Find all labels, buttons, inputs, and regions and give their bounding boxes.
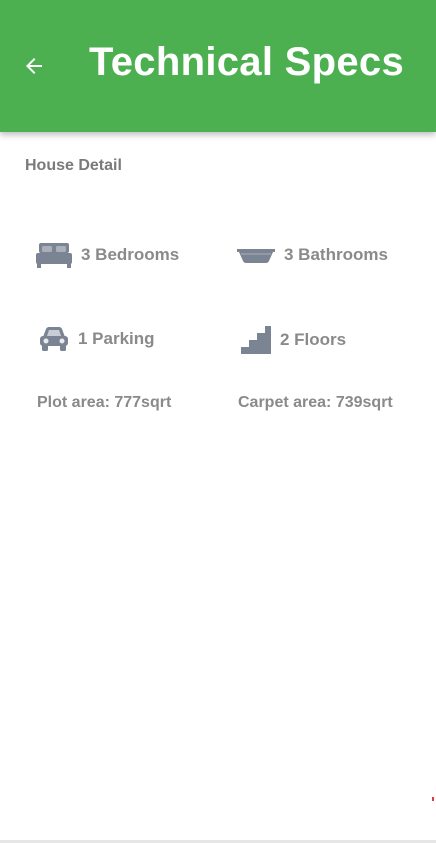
red-mark (432, 797, 434, 801)
car-icon (38, 325, 70, 353)
stairs-icon (240, 325, 272, 355)
bed-icon (35, 241, 73, 269)
plot-area: Plot area: 777sqrt (37, 394, 172, 411)
spec-parking: 1 Parking (38, 325, 155, 353)
spec-bedrooms-label: 3 Bedrooms (81, 245, 180, 264)
spec-floors: 2 Floors (240, 325, 346, 355)
spec-bedrooms: 3 Bedrooms (35, 241, 179, 269)
back-button[interactable] (18, 50, 50, 82)
arrow-left-icon (26, 58, 42, 74)
carpet-area: Carpet area: 739sqrt (238, 394, 393, 411)
bathtub-icon (236, 241, 276, 269)
app-bar: Technical Specs (0, 0, 436, 132)
section-title: House Detail (25, 157, 122, 174)
spec-parking-label: 1 Parking (78, 329, 155, 348)
spec-bathrooms: 3 Bathrooms (236, 241, 388, 269)
spec-bathrooms-label: 3 Bathrooms (284, 245, 388, 264)
page-title: Technical Specs (89, 40, 405, 84)
spec-floors-label: 2 Floors (280, 330, 347, 349)
